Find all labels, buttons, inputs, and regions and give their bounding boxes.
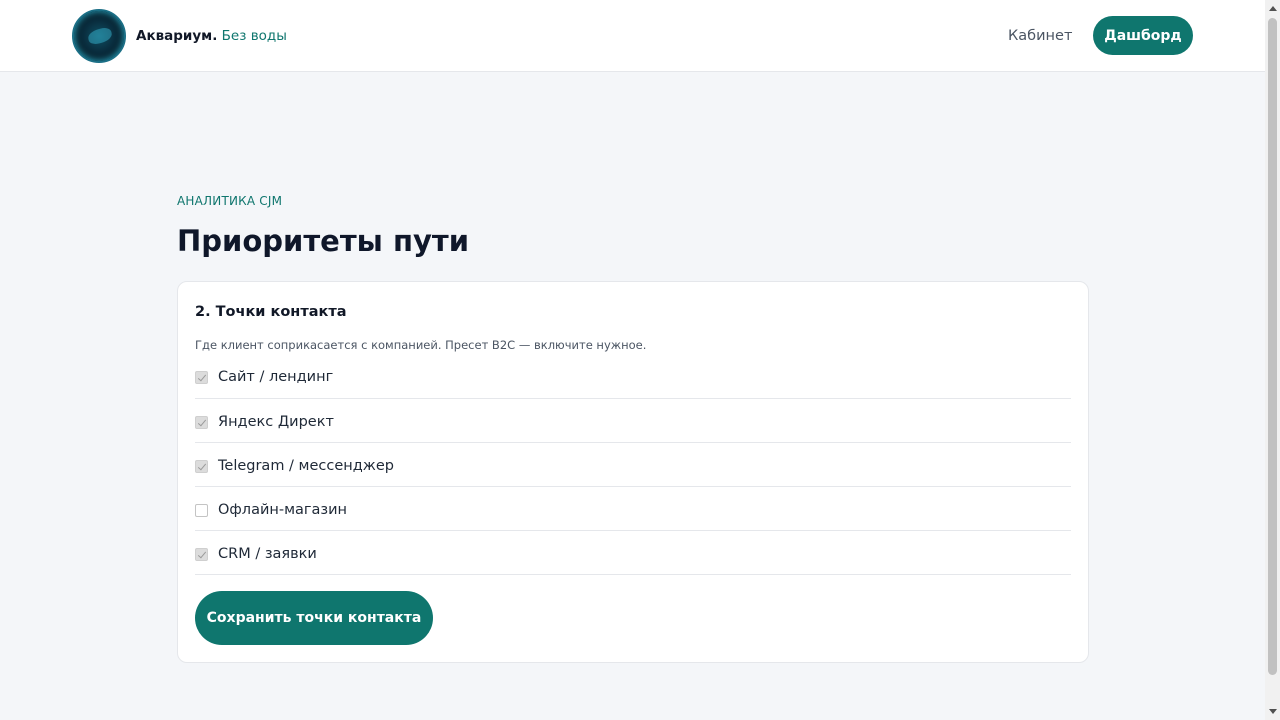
touchpoint-option-site[interactable]: Сайт / лендинг [195, 355, 1071, 399]
brand-tagline: Без воды [221, 28, 287, 44]
touchpoint-option-yandex-direct[interactable]: Яндекс Директ [195, 399, 1071, 443]
scroll-up-arrow-icon[interactable] [1269, 6, 1277, 11]
touchpoint-label: Офлайн-магазин [218, 502, 348, 518]
touchpoint-option-telegram[interactable]: Telegram / мессенджер [195, 443, 1071, 487]
scroll-down-arrow-icon[interactable] [1269, 709, 1277, 714]
cabinet-link[interactable]: Кабинет [1008, 26, 1072, 46]
page-scrollbar[interactable] [1265, 0, 1280, 720]
touchpoint-checkbox[interactable] [195, 416, 208, 429]
save-touchpoints-button[interactable]: Сохранить точки контакта [195, 591, 433, 645]
brand-name: Аквариум. [136, 28, 218, 44]
touchpoint-checkbox[interactable] [195, 548, 208, 561]
touchpoint-checkbox[interactable] [195, 504, 208, 517]
touchpoint-option-crm[interactable]: CRM / заявки [195, 531, 1071, 575]
touchpoints-card: 2. Точки контакта Где клиент соприкасает… [177, 281, 1089, 663]
card-title: 2. Точки контакта [195, 304, 347, 320]
touchpoint-label: CRM / заявки [218, 546, 317, 562]
card-hint: Где клиент соприкасается с компанией. Пр… [195, 338, 647, 352]
top-header: Аквариум. Без воды Кабинет Дашборд [0, 0, 1265, 72]
touchpoint-label: Telegram / мессенджер [218, 458, 394, 474]
section-eyebrow: АНАЛИТИКА CJM [177, 194, 283, 208]
touchpoint-label: Сайт / лендинг [218, 369, 334, 385]
touchpoint-checkbox[interactable] [195, 371, 208, 384]
touchpoint-checkbox[interactable] [195, 460, 208, 473]
touchpoint-label: Яндекс Директ [218, 414, 334, 430]
aquarium-logo-icon[interactable] [72, 9, 126, 63]
touchpoint-option-offline-store[interactable]: Офлайн-магазин [195, 487, 1071, 531]
brand[interactable]: Аквариум. Без воды [136, 27, 287, 45]
dashboard-button[interactable]: Дашборд [1093, 16, 1193, 55]
touchpoint-list: Сайт / лендинг Яндекс Директ Telegram / … [195, 355, 1071, 575]
scroll-thumb[interactable] [1268, 18, 1277, 675]
page-title: Приоритеты пути [177, 224, 470, 258]
